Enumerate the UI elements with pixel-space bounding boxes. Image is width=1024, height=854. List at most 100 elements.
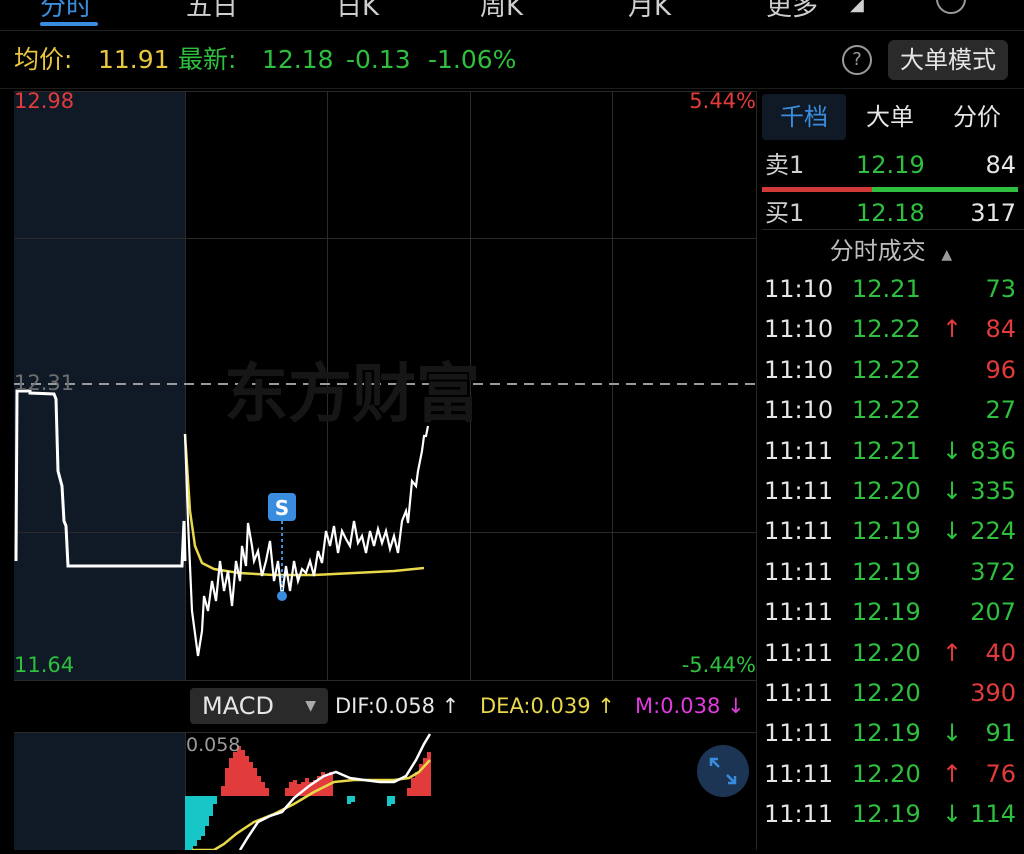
macd-dif: DIF:0.058 ↑ — [335, 694, 460, 718]
tick-row: 11:11 12.20 ↑ 40 — [762, 633, 1024, 673]
price-change-pct: -1.06% — [428, 45, 517, 74]
tick-row: 11:11 12.19 ↓ 91 — [762, 713, 1024, 753]
indicator-selector[interactable]: MACD ▼ — [190, 688, 328, 724]
tick-arrow: ↑ — [942, 759, 963, 788]
macd-dea: DEA:0.039 ↑ — [480, 694, 615, 718]
latest-price-label: 最新: — [178, 45, 237, 74]
tick-volume: 207 — [970, 598, 1016, 627]
y-axis-prev-close: 12.31 — [14, 371, 75, 395]
y-axis-high: 12.98 — [14, 89, 75, 113]
tick-arrow: ↓ — [942, 517, 963, 546]
settings-icon[interactable] — [936, 0, 966, 14]
tick-volume: 390 — [970, 679, 1016, 707]
panel-tabs: 千档 大单 分价 — [762, 94, 1020, 140]
avg-price-value: 11.91 — [98, 45, 170, 74]
tick-time: 11:10 — [764, 355, 834, 384]
tick-time: 11:11 — [764, 679, 834, 707]
tick-price: 12.20 — [852, 679, 921, 707]
y-axis-low: 11.64 — [14, 653, 75, 677]
latest-price-value: 12.18 — [262, 45, 334, 74]
tick-volume: 27 — [985, 396, 1016, 425]
watermark: 东方财富 — [224, 358, 480, 432]
tick-row: 11:11 12.21 ↓ 836 — [762, 431, 1024, 471]
tick-volume: 836 — [970, 436, 1016, 465]
sell1-label: 卖1 — [765, 151, 805, 179]
caret-up-icon: ▲ — [941, 247, 953, 263]
buy-sell-ratio-green — [872, 187, 1018, 192]
tick-arrow: ↓ — [942, 800, 963, 829]
tick-time: 11:10 — [764, 396, 834, 425]
tick-volume: 372 — [970, 557, 1016, 586]
divider — [762, 229, 1024, 230]
tick-arrow: ↑ — [942, 315, 963, 344]
tick-time: 11:11 — [764, 719, 834, 748]
tick-list[interactable]: 11:10 12.21 73 11:10 12.22 ↑ 84 11:10 12.22 96 11:… — [762, 269, 1024, 850]
more-dropdown-icon[interactable]: ◢ — [850, 0, 864, 15]
macd-chart-svg — [14, 732, 756, 852]
tick-volume: 84 — [985, 315, 1016, 344]
divider — [0, 88, 1024, 89]
tick-row: 11:10 12.21 73 — [762, 269, 1024, 309]
tab-five-day[interactable]: 五日 — [186, 0, 238, 23]
tab-more[interactable]: 更多 — [766, 0, 818, 23]
tick-row: 11:10 12.22 96 — [762, 350, 1024, 390]
macd-positive-bars — [221, 746, 431, 796]
tick-row: 11:11 12.20 390 — [762, 673, 1024, 713]
tick-volume: 91 — [985, 719, 1016, 748]
tick-row: 11:11 12.20 ↓ 335 — [762, 471, 1024, 511]
tick-price: 12.19 — [852, 517, 921, 546]
price-change: -0.13 — [346, 45, 411, 74]
fullscreen-button[interactable] — [697, 745, 749, 797]
tick-price: 12.19 — [852, 719, 921, 748]
tick-price: 12.20 — [852, 759, 921, 788]
tick-row: 11:11 12.20 ↑ 76 — [762, 754, 1024, 794]
buy-sell-ratio-red — [762, 187, 872, 192]
tick-price: 12.19 — [852, 557, 921, 586]
tab-price-dist[interactable]: 分价 — [934, 94, 1020, 140]
sell1-volume: 84 — [985, 151, 1016, 179]
active-tab-underline — [40, 22, 98, 26]
tick-time: 11:11 — [764, 477, 834, 505]
intraday-chart[interactable]: 东方财富 S 12.98 12.31 11.64 5.44% -5.44% — [14, 89, 756, 681]
tick-time: 11:11 — [764, 517, 834, 546]
tick-price: 12.22 — [852, 396, 921, 425]
indicator-selector-label: MACD — [202, 692, 274, 720]
buy1-label: 买1 — [765, 199, 805, 227]
help-icon[interactable]: ? — [842, 45, 872, 75]
tick-row: 11:10 12.22 27 — [762, 390, 1024, 430]
tab-daily-k[interactable]: 日K — [336, 0, 379, 23]
tick-price: 12.20 — [852, 477, 921, 505]
tick-volume: 224 — [970, 517, 1016, 546]
tick-volume: 40 — [985, 638, 1016, 667]
macd-pre-market-shade — [14, 732, 185, 850]
tick-row: 11:11 12.19 207 — [762, 592, 1024, 632]
tab-weekly-k[interactable]: 周K — [480, 0, 523, 23]
top-tab-bar: 分时 五日 日K 周K 月K 更多 ◢ — [0, 0, 1024, 30]
tick-row: 11:11 12.19 372 — [762, 552, 1024, 592]
tick-price: 12.19 — [852, 800, 921, 829]
tab-big-orders[interactable]: 大单 — [848, 94, 932, 140]
tick-volume: 76 — [985, 759, 1016, 788]
buy1-volume: 317 — [970, 199, 1016, 227]
big-order-mode-button[interactable]: 大单模式 — [888, 40, 1008, 80]
avg-price-label: 均价: — [14, 45, 73, 74]
tick-time: 11:11 — [764, 436, 834, 465]
tick-price: 12.20 — [852, 638, 921, 667]
tick-time: 11:11 — [764, 800, 834, 829]
tick-arrow: ↓ — [942, 719, 963, 748]
tick-volume: 96 — [985, 355, 1016, 384]
buy1-price: 12.18 — [856, 199, 925, 227]
tab-intraday[interactable]: 分时 — [40, 0, 92, 23]
tick-arrow: ↑ — [942, 638, 963, 667]
divider — [0, 30, 1024, 31]
s-marker-label: S — [275, 496, 289, 520]
tab-level2[interactable]: 千档 — [762, 94, 846, 140]
tick-section-header[interactable]: 分时成交 ▲ — [762, 234, 1020, 268]
tick-time: 11:10 — [764, 315, 834, 344]
tick-row: 11:11 12.19 ↓ 224 — [762, 511, 1024, 551]
tick-price: 12.21 — [852, 436, 921, 465]
panel-divider — [756, 91, 757, 850]
marker-dot — [277, 591, 287, 601]
tab-monthly-k[interactable]: 月K — [628, 0, 671, 23]
macd-chart[interactable]: 0.058 — [14, 732, 756, 852]
